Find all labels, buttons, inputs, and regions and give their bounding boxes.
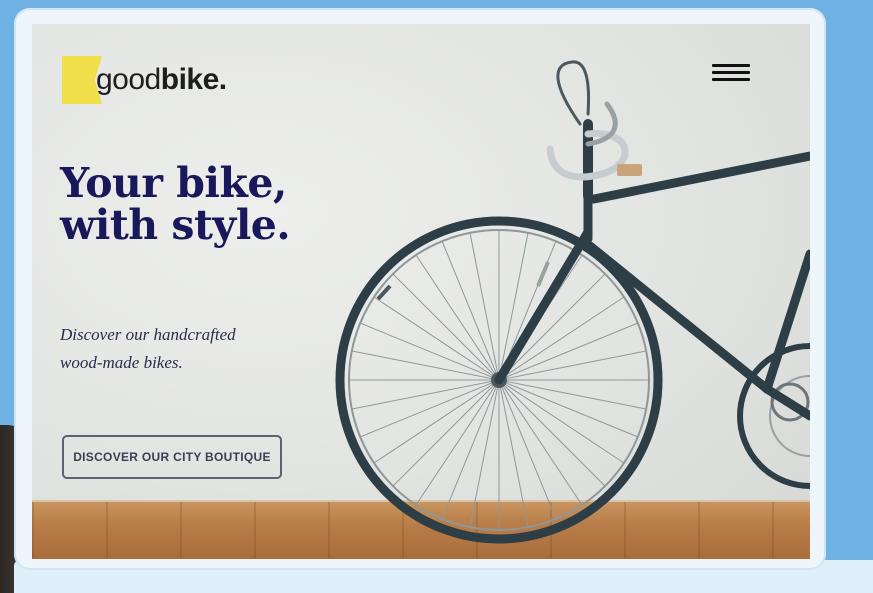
hero-title-line2: with style. <box>60 201 291 249</box>
handlebar <box>546 60 642 201</box>
menu-bar <box>712 71 750 74</box>
hero-tagline-line2: wood-made bikes. <box>60 353 183 372</box>
hero-title: Your bike, with style. <box>60 159 291 249</box>
brand-name: goodbike. <box>96 63 227 97</box>
hero-tagline: Discover our handcrafted wood-made bikes… <box>60 321 290 377</box>
discover-boutique-button[interactable]: DISCOVER OUR CITY BOUTIQUE <box>62 435 282 479</box>
brand-name-light: good <box>96 63 161 96</box>
hero-tagline-line1: Discover our handcrafted <box>60 325 236 344</box>
hamburger-menu-icon[interactable] <box>712 64 750 86</box>
front-brake <box>536 261 550 287</box>
menu-bar <box>712 64 750 67</box>
brand-name-bold: bike. <box>160 63 227 96</box>
website-screen: goodbike. Your bike, with style. Discove… <box>32 24 810 559</box>
hero-title-line1: Your bike, <box>60 159 287 207</box>
brand-logo[interactable]: goodbike. <box>62 56 227 104</box>
menu-bar <box>712 78 750 81</box>
